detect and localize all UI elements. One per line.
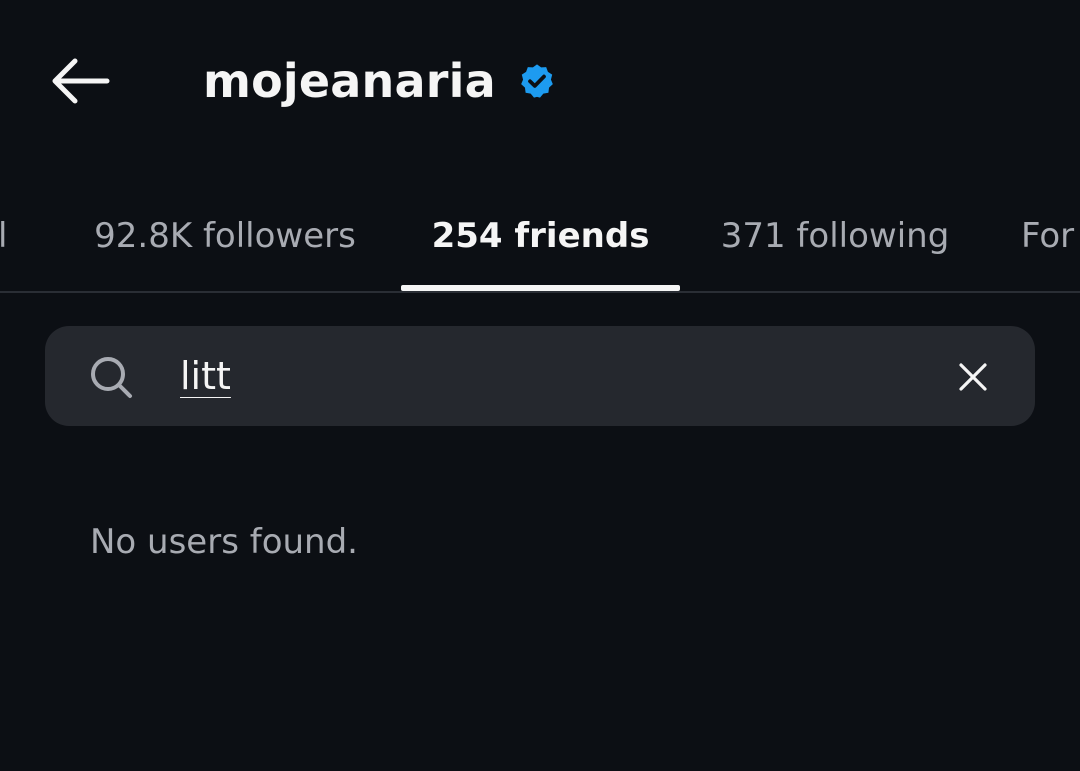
tab-partial-left[interactable]: l bbox=[0, 180, 12, 291]
empty-results-message: No users found. bbox=[90, 522, 358, 562]
tab-friends[interactable]: 254 friends bbox=[401, 180, 680, 291]
verified-badge-icon bbox=[518, 62, 556, 100]
arrow-left-icon bbox=[52, 58, 110, 104]
search-icon bbox=[91, 357, 132, 398]
header: mojeanaria bbox=[0, 0, 1080, 160]
profile-title: mojeanaria bbox=[203, 46, 556, 116]
back-button[interactable] bbox=[40, 50, 118, 112]
friends-list-screen: mojeanaria l 92.8K followers 254 friends… bbox=[0, 0, 1080, 771]
connections-tabs: l 92.8K followers 254 friends 371 follow… bbox=[0, 180, 1080, 293]
active-tab-indicator bbox=[401, 285, 680, 291]
close-icon bbox=[959, 363, 987, 391]
tab-followers[interactable]: 92.8K followers bbox=[60, 180, 390, 291]
tab-partial-right[interactable]: For bbox=[1021, 180, 1080, 291]
tab-following[interactable]: 371 following bbox=[690, 180, 980, 291]
username: mojeanaria bbox=[203, 54, 496, 108]
clear-search-button[interactable] bbox=[948, 352, 998, 402]
search-input[interactable] bbox=[180, 346, 920, 406]
